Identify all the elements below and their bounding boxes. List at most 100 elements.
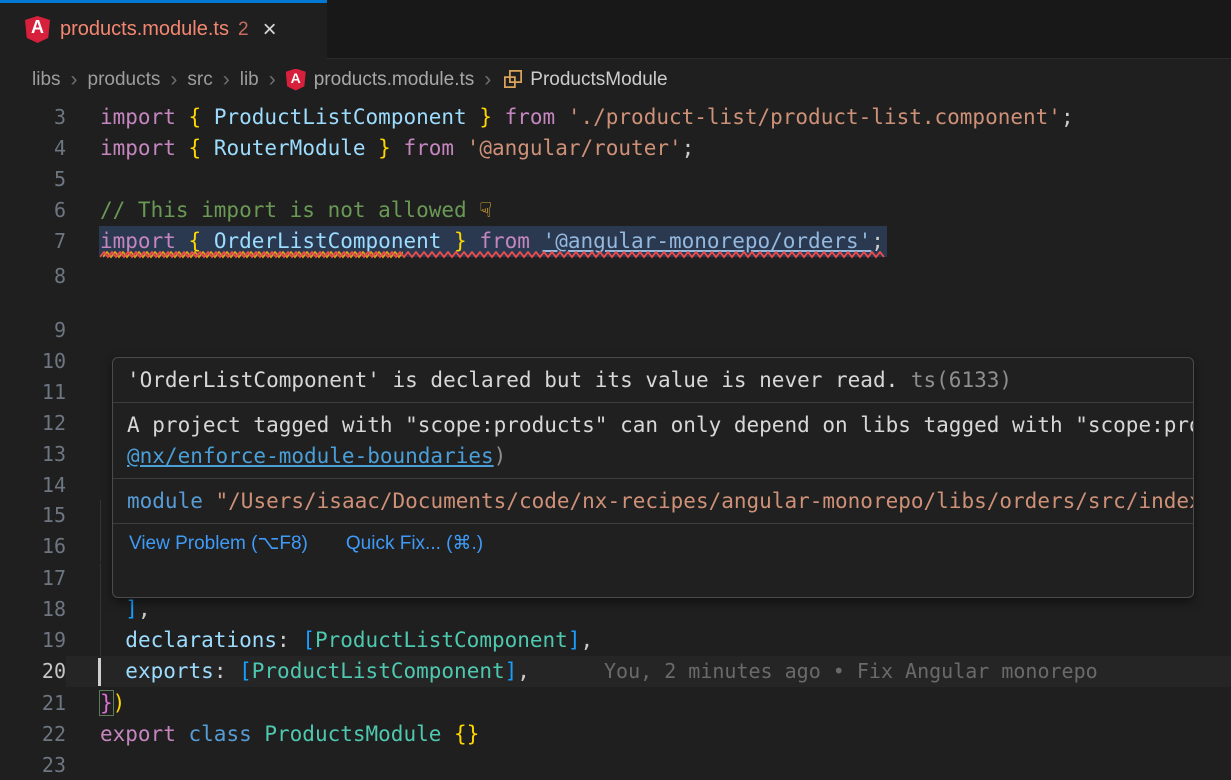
chevron-right-icon: › [71, 68, 78, 92]
code-editor[interactable]: 3 import { ProductListComponent } from '.… [0, 100, 1231, 780]
chevron-right-icon: › [484, 68, 491, 92]
code-token: import [100, 105, 189, 129]
git-blame-annotation: You, 2 minutes ago • Fix Angular monorep… [604, 656, 1098, 687]
close-icon[interactable]: × [263, 18, 277, 42]
code-token: A project tagged with "scope:products" c… [127, 413, 1194, 437]
code-token: RouterModule [214, 136, 366, 160]
line-number-11: 11 [0, 377, 66, 408]
text-cursor [98, 658, 101, 686]
line-number-5: 5 [0, 164, 66, 195]
code-line-3[interactable]: import { ProductListComponent } from './… [100, 102, 1074, 133]
breadcrumb: libs › products › src › lib › A products… [0, 59, 1231, 100]
code-token: { [189, 229, 214, 253]
code-token [441, 722, 454, 746]
code-token: "/Users/isaac/Documents/code/nx-recipes/… [216, 489, 1194, 513]
breadcrumb-item-src[interactable]: src [187, 69, 212, 91]
code-token: import [100, 136, 189, 160]
code-line-20[interactable]: exports: [ProductListComponent], [100, 656, 530, 687]
code-token: declarations [125, 628, 277, 652]
code-token: @nx/enforce-module-boundaries [127, 444, 494, 468]
angular-icon: A [25, 16, 50, 43]
line-number-16: 16 [0, 531, 66, 562]
hover-message-eslint: A project tagged with "scope:products" c… [113, 403, 1193, 478]
hover-status-bar: View Problem (⌥F8) Quick Fix... (⌘.) [113, 524, 1193, 562]
line-number-10: 10 [0, 346, 66, 377]
code-token: ] [568, 628, 581, 652]
code-token: } [100, 691, 113, 715]
code-token: 'OrderListComponent' is declared but its… [127, 368, 898, 392]
code-token: { [189, 105, 214, 129]
chevron-right-icon: › [170, 68, 177, 92]
code-line-19[interactable]: declarations: [ProductListComponent], [100, 625, 593, 656]
code-token: ; [1061, 105, 1074, 129]
code-token: ; [871, 229, 884, 253]
breadcrumb-item-lib[interactable]: lib [240, 69, 259, 91]
line-number-13: 13 [0, 439, 66, 470]
code-token: } [467, 105, 505, 129]
code-token: ProductListComponent [214, 105, 467, 129]
code-token: './product-list/product-list.component' [568, 105, 1061, 129]
quick-fix-link[interactable]: Quick Fix... (⌘.) [346, 532, 483, 555]
code-token: export [100, 722, 189, 746]
code-token: ☟ [479, 198, 492, 222]
code-token [100, 597, 125, 621]
chevron-right-icon: › [269, 68, 276, 92]
code-token: ] [505, 659, 518, 683]
line-number-15: 15 [0, 500, 66, 531]
line-number-14: 14 [0, 470, 66, 501]
line-number-23: 23 [0, 750, 66, 780]
code-token: exports [125, 659, 214, 683]
code-line-4[interactable]: import { RouterModule } from '@angular/r… [100, 133, 694, 164]
code-token: '@angular-monorepo/orders' [543, 229, 872, 253]
symbol-class-icon [503, 69, 523, 95]
code-token: [ [302, 628, 315, 652]
breadcrumb-item-file[interactable]: products.module.ts [314, 69, 475, 91]
code-token: : [277, 628, 302, 652]
line-number-22: 22 [0, 719, 66, 750]
breadcrumb-item-products[interactable]: products [88, 69, 161, 91]
code-token: , [517, 659, 530, 683]
code-token: : [214, 659, 239, 683]
code-line-21[interactable]: }) [100, 688, 125, 719]
tab-products-module[interactable]: A products.module.ts 2 × [0, 0, 327, 59]
breadcrumb-item-libs[interactable]: libs [32, 69, 61, 91]
code-token: ) [494, 444, 507, 468]
code-token: , [138, 597, 151, 621]
tab-title: products.module.ts [60, 18, 229, 41]
code-token: } [366, 136, 404, 160]
code-token: ts(6133) [898, 368, 1012, 392]
code-token [100, 659, 125, 683]
line-number-3: 3 [0, 102, 66, 133]
hover-message-ts6133: 'OrderListComponent' is declared but its… [113, 358, 1193, 402]
code-token: from [505, 105, 568, 129]
error-hover-popup: 'OrderListComponent' is declared but its… [112, 357, 1194, 598]
code-line-22[interactable]: export class ProductsModule {} [100, 719, 479, 750]
breadcrumb-item-symbol[interactable]: ProductsModule [530, 69, 667, 91]
code-token [100, 628, 125, 652]
code-token: module [127, 489, 216, 513]
code-token: { [189, 136, 214, 160]
line-number-17: 17 [0, 563, 66, 594]
code-token: ] [125, 597, 138, 621]
code-token: ProductsModule [264, 722, 441, 746]
line-number-6: 6 [0, 195, 66, 226]
line-number-19: 19 [0, 625, 66, 656]
code-token: class [189, 722, 265, 746]
view-problem-link[interactable]: View Problem (⌥F8) [129, 532, 308, 555]
tab-bar: A products.module.ts 2 × [0, 0, 1231, 59]
code-token: from [479, 229, 542, 253]
code-token: {} [454, 722, 479, 746]
code-token: from [403, 136, 466, 160]
code-token: ; [682, 136, 695, 160]
line-number-9: 9 [0, 315, 66, 346]
code-line-18[interactable]: ], [100, 594, 151, 625]
code-line-7[interactable]: import { OrderListComponent } from '@ang… [100, 226, 884, 257]
angular-icon: A [286, 69, 306, 91]
code-token: // This import is not allowed [100, 198, 479, 222]
code-token: OrderListComponent [214, 229, 442, 253]
line-number-18: 18 [0, 594, 66, 625]
code-line-6[interactable]: // This import is not allowed ☟ [100, 195, 492, 226]
line-number-4: 4 [0, 133, 66, 164]
code-token: [ [239, 659, 252, 683]
line-number-21: 21 [0, 688, 66, 719]
